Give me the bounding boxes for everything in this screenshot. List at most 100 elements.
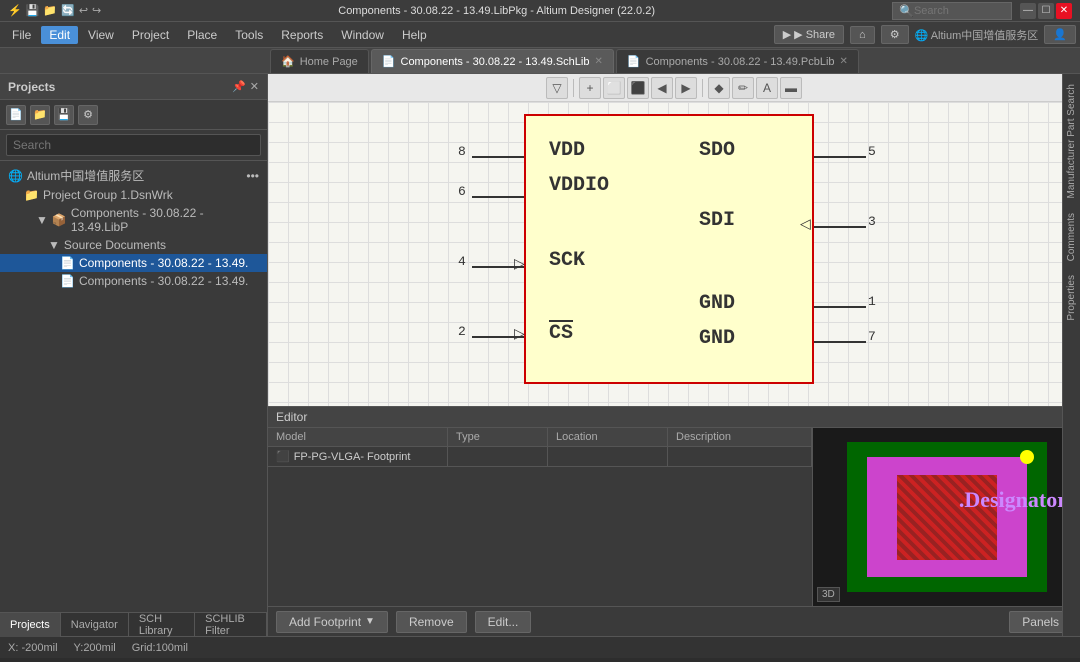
pin-num-3: 3 (868, 214, 876, 229)
toolbar-filter-button[interactable]: ▽ (546, 77, 568, 99)
tab-pcblib[interactable]: 📄 Components - 30.08.22 - 13.49.PcbLib ✕ (616, 49, 859, 73)
menu-reports[interactable]: Reports (273, 26, 331, 44)
tree-item-schlib[interactable]: 📄 Components - 30.08.22 - 13.49. (0, 254, 267, 272)
menu-project[interactable]: Project (124, 26, 177, 44)
libpkg-file-icon: 📦 (52, 213, 67, 227)
tree-item-libpkg[interactable]: ▼ 📦 Components - 30.08.22 - 13.49.LibP (0, 204, 267, 236)
share-icon: ▶ (783, 28, 791, 41)
toolbar-rectfill-button[interactable]: ⬛ (627, 77, 649, 99)
footer-bar: Add Footprint ▼ Remove Edit... Panels (268, 606, 1080, 636)
row-description-cell (668, 447, 812, 466)
pcb-preview: .Designator 3D (813, 428, 1080, 606)
project-settings-button[interactable]: ⚙ (78, 105, 98, 125)
tree-item-altium-service[interactable]: 🌐 Altium中国增值服务区 ••• (0, 165, 267, 186)
pcblib-icon: 📄 (627, 55, 641, 68)
open-project-button[interactable]: 📁 (30, 105, 50, 125)
panel-pin-button[interactable]: 📌 (232, 80, 246, 93)
pcb-outer-layer: .Designator (847, 442, 1047, 592)
altium-service: 🌐 Altium中国增值服务区 (915, 27, 1039, 43)
panel-close-button[interactable]: ✕ (250, 80, 259, 93)
toolbar-line-button[interactable]: ▬ (780, 77, 802, 99)
tab-home-page[interactable]: 🏠 Home Page (270, 49, 369, 73)
search-icon: 🔍 (899, 4, 914, 18)
title-search-input[interactable] (914, 5, 994, 17)
close-button[interactable]: ✕ (1056, 3, 1072, 19)
menu-tools[interactable]: Tools (227, 26, 271, 44)
toolbar-pencil-button[interactable]: ✏ (732, 77, 754, 99)
tb-icon3[interactable]: 🔄 (61, 4, 75, 17)
menu-right-tools: ▶ ▶ Share ⌂ ⚙ 🌐 Altium中国增值服务区 👤 (774, 25, 1076, 44)
tab-schlib-close[interactable]: ✕ (594, 56, 602, 67)
menu-window[interactable]: Window (333, 26, 392, 44)
menu-place[interactable]: Place (179, 26, 225, 44)
more-icon[interactable]: ••• (246, 169, 259, 183)
menu-help[interactable]: Help (394, 26, 435, 44)
editor-panel: Editor Model Type Location Description ⬛… (268, 406, 1080, 606)
status-x: X: -200mil (8, 642, 58, 654)
toolbar-next-button[interactable]: ▶ (675, 77, 697, 99)
maximize-button[interactable]: ☐ (1038, 3, 1054, 19)
schlib-icon: 📄 (382, 55, 396, 68)
tb-icon1[interactable]: 💾 (26, 4, 40, 17)
menu-view[interactable]: View (80, 26, 122, 44)
pin-line-5 (814, 156, 866, 158)
menu-edit[interactable]: Edit (41, 26, 78, 44)
settings-button[interactable]: ⚙ (881, 25, 909, 44)
home-icon: 🏠 (281, 55, 295, 68)
remove-label: Remove (409, 615, 454, 629)
bottom-tab-schlibrary[interactable]: SCH Library (129, 613, 195, 637)
bottom-tab-navigator[interactable]: Navigator (61, 613, 129, 637)
table-row-footprint[interactable]: ⬛ FP-PG-VLGA- Footprint (268, 447, 812, 467)
home-button[interactable]: ⌂ (850, 26, 875, 44)
new-project-button[interactable]: 📄 (6, 105, 26, 125)
tb-icon4[interactable]: ↩ (79, 4, 88, 17)
col-description: Description (668, 428, 812, 446)
menu-file[interactable]: File (4, 26, 39, 44)
arrow-cs: ▷ (514, 325, 525, 342)
schematic-canvas[interactable]: 8 6 4 2 5 3 1 7 ▷ ▷ ▷ VDD VDDIO SCK CS (268, 102, 1080, 406)
toolbar-rect-button[interactable]: ⬜ (603, 77, 625, 99)
side-tab-properties[interactable]: Properties (1064, 269, 1079, 327)
toolbar-text-button[interactable]: A (756, 77, 778, 99)
panels-label: Panels (1022, 615, 1059, 629)
tab-schlib[interactable]: 📄 Components - 30.08.22 - 13.49.SchLib ✕ (371, 49, 614, 73)
pin-line-3 (814, 226, 866, 228)
bottom-tab-schlibfilter[interactable]: SCHLIB Filter (195, 613, 267, 637)
tb-icon5[interactable]: ↪ (92, 4, 101, 17)
table-col-header: Model Type Location Description (268, 428, 812, 447)
toolbar-diamond-button[interactable]: ◆ (708, 77, 730, 99)
add-footprint-button[interactable]: Add Footprint ▼ (276, 611, 388, 633)
pcb-preview-panel: .Designator 3D (812, 428, 1080, 606)
panel-search-input[interactable] (6, 134, 261, 156)
side-tab-comments[interactable]: Comments (1064, 207, 1079, 267)
bottom-tab-projects[interactable]: Projects (0, 613, 61, 637)
schematic-toolbar: ▽ + ⬜ ⬛ ◀ ▶ ◆ ✏ A ▬ (268, 74, 1080, 102)
tb-icon2[interactable]: 📁 (43, 4, 57, 17)
tree-item-project-group[interactable]: 📁 Project Group 1.DsnWrk (0, 186, 267, 204)
minimize-button[interactable]: — (1020, 3, 1036, 19)
pcb-3d-button[interactable]: 3D (817, 587, 840, 602)
project-tree: 🌐 Altium中国增值服务区 ••• 📁 Project Group 1.Ds… (0, 161, 267, 612)
add-footprint-dropdown-icon[interactable]: ▼ (365, 616, 375, 627)
libpkg-icon: ▼ (36, 213, 48, 227)
pin-num-1: 1 (868, 294, 876, 309)
title-search-area[interactable]: 🔍 (892, 2, 1012, 20)
table-left: Model Type Location Description ⬛ FP-PG-… (268, 428, 812, 606)
share-button[interactable]: ▶ ▶ Share (774, 25, 844, 44)
user-button[interactable]: 👤 (1044, 25, 1076, 44)
pin-num-5: 5 (868, 144, 876, 159)
tree-item-source-docs[interactable]: ▼ Source Documents (0, 236, 267, 254)
menu-bar: File Edit View Project Place Tools Repor… (0, 22, 1080, 48)
remove-button[interactable]: Remove (396, 611, 467, 633)
toolbar-prev-button[interactable]: ◀ (651, 77, 673, 99)
edit-button[interactable]: Edit... (475, 611, 532, 633)
tab-pcblib-close[interactable]: ✕ (840, 56, 848, 67)
pin-num-2: 2 (458, 324, 466, 339)
save-project-button[interactable]: 💾 (54, 105, 74, 125)
pin-line-1 (814, 306, 866, 308)
side-tab-manufacturer[interactable]: Manufacturer Part Search (1064, 78, 1079, 205)
toolbar-add-button[interactable]: + (579, 77, 601, 99)
tree-item-pcblib[interactable]: 📄 Components - 30.08.22 - 13.49. (0, 272, 267, 290)
project-group-icon: 📁 (24, 188, 39, 202)
right-side-tabs: Manufacturer Part Search Comments Proper… (1062, 74, 1080, 636)
